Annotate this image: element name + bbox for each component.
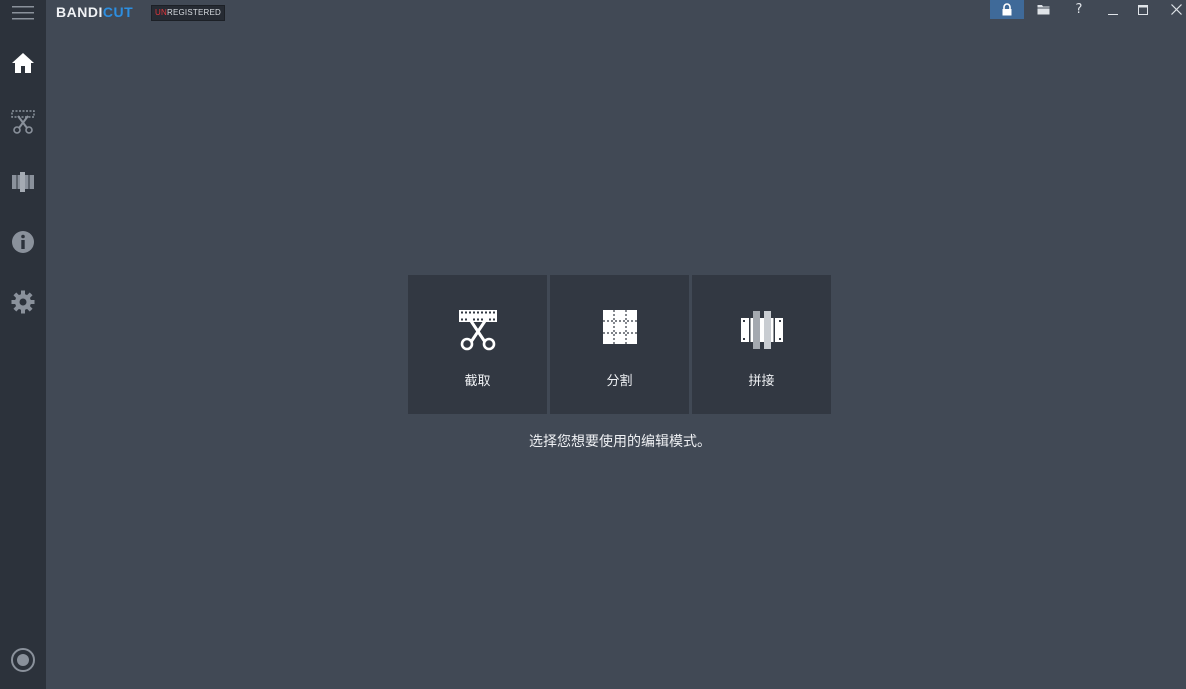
trim-mode-button[interactable]: 截取	[408, 275, 547, 414]
close-button[interactable]	[1159, 0, 1186, 19]
lock-button[interactable]	[990, 0, 1024, 19]
sidebar-item-settings[interactable]	[0, 282, 46, 322]
minimize-button[interactable]	[1096, 0, 1130, 19]
merge-mode-label: 拼接	[748, 374, 775, 389]
trim-icon	[11, 110, 35, 134]
help-button[interactable]: ?	[1062, 0, 1096, 19]
title-bar: BANDICUT UNREGISTERED ?	[46, 0, 1186, 24]
minimize-icon	[1108, 13, 1118, 15]
home-icon	[12, 53, 34, 73]
logo-text-cut: CUT	[102, 4, 134, 20]
hamburger-menu-icon	[12, 6, 34, 20]
mode-hint-text: 选择您想要使用的编辑模式。	[529, 434, 711, 450]
lock-icon	[1002, 3, 1012, 16]
record-icon	[11, 648, 35, 672]
split-mode-label: 分割	[606, 374, 633, 389]
sidebar-record-button[interactable]	[0, 640, 46, 680]
merge-film-icon	[740, 311, 783, 349]
maximize-icon	[1138, 4, 1148, 15]
unregistered-badge[interactable]: UNREGISTERED	[151, 5, 225, 21]
close-icon	[1170, 4, 1182, 15]
info-icon	[12, 231, 34, 253]
sidebar-item-info[interactable]	[0, 222, 46, 262]
sidebar-item-join[interactable]	[0, 162, 46, 202]
maximize-button[interactable]	[1126, 0, 1160, 19]
app-logo: BANDICUT	[56, 4, 133, 20]
menu-button[interactable]	[0, 0, 46, 32]
badge-un-text: UN	[155, 8, 167, 17]
split-grid-icon	[602, 310, 637, 344]
trim-mode-label: 截取	[464, 374, 491, 389]
open-folder-button[interactable]	[1026, 0, 1060, 19]
badge-registered-text: REGISTERED	[166, 8, 221, 17]
logo-text-bandi: BANDI	[56, 4, 103, 20]
sidebar-item-home[interactable]	[0, 43, 46, 83]
folder-icon	[1037, 5, 1049, 15]
merge-mode-button[interactable]: 拼接	[692, 275, 831, 414]
sidebar-item-trim[interactable]	[0, 102, 46, 142]
join-icon	[12, 172, 34, 192]
scissors-film-icon	[458, 310, 497, 351]
edit-mode-panel: 截取 分割 拼接	[408, 275, 832, 414]
sidebar	[0, 0, 46, 689]
gear-icon	[11, 290, 35, 314]
split-mode-button[interactable]: 分割	[550, 275, 689, 414]
